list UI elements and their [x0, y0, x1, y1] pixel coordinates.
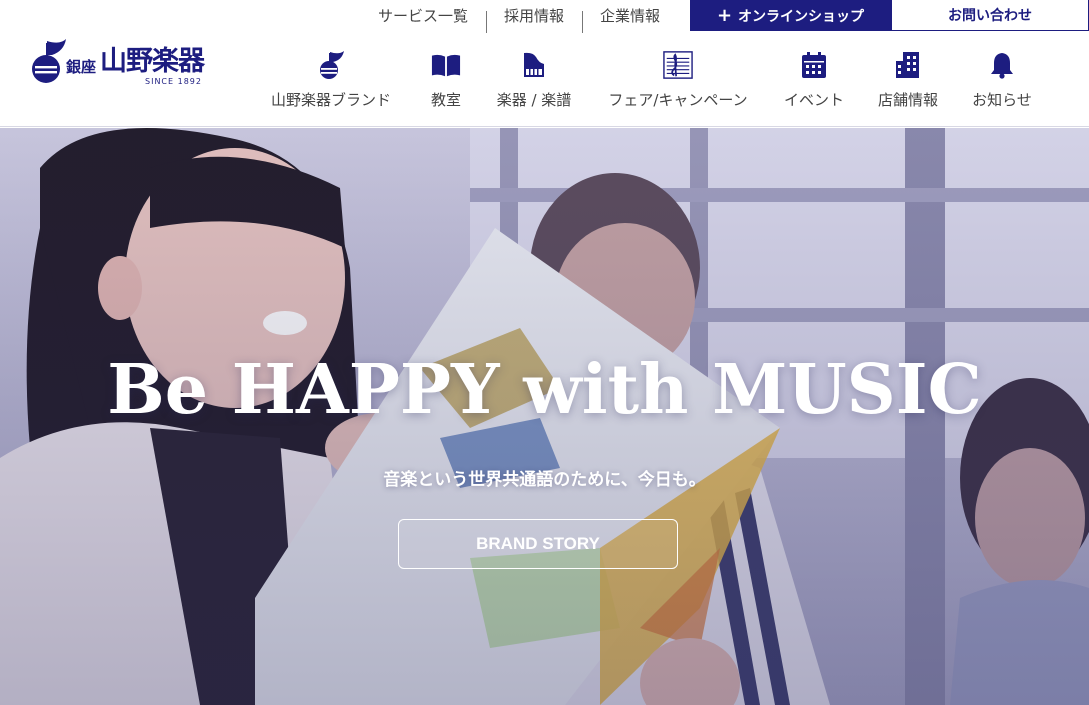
site-logo[interactable]: 銀座 山野楽器 SINCE 1892 [30, 37, 245, 87]
nav-item-news[interactable]: お知らせ [967, 50, 1037, 110]
hero-subtitle: 音楽という世界共通語のために、今日も。 [383, 470, 706, 490]
nav-item-instruments[interactable]: 楽器 / 楽譜 [491, 50, 577, 110]
bell-icon [987, 50, 1017, 80]
nav-label-brand: 山野楽器ブランド [270, 91, 391, 109]
site-header: サービス一覧 採用情報 企業情報 + オンラインショップ お問い合わせ 銀座 山… [0, 0, 1089, 127]
nav-item-brand[interactable]: 山野楽器ブランド [267, 50, 395, 110]
logo-name-text: 山野楽器 [100, 46, 205, 77]
utility-links: サービス一覧 採用情報 企業情報 [360, 0, 690, 33]
nav-item-school[interactable]: 教室 [421, 50, 471, 110]
logo-since-text: SINCE 1892 [145, 77, 202, 86]
book-icon [431, 50, 461, 80]
nav-item-stores[interactable]: 店舗情報 [873, 50, 943, 110]
nav-label-stores: 店舗情報 [877, 91, 938, 109]
utility-link-services[interactable]: サービス一覧 [360, 5, 486, 26]
hero-section: Be HAPPY with MUSIC 音楽という世界共通語のために、今日も。 … [0, 128, 1089, 705]
nav-label-event: イベント [783, 91, 844, 109]
calendar-icon [799, 50, 829, 80]
nav-label-fair: フェア/キャンペーン [608, 91, 748, 109]
hero-title: Be HAPPY with MUSIC [107, 350, 982, 430]
nav-item-fair[interactable]: フェア/キャンペーン [602, 50, 754, 110]
score-icon [663, 50, 693, 80]
online-shop-button[interactable]: + オンラインショップ [690, 0, 891, 31]
utility-link-company[interactable]: 企業情報 [581, 5, 678, 33]
piano-icon [519, 50, 549, 80]
main-nav: 山野楽器ブランド 教室 楽器 / 楽譜 フェア/キャンペーン イベント 店舗情報… [253, 50, 1053, 112]
online-shop-label: オンラインショップ [738, 8, 865, 25]
contact-label: お問い合わせ [948, 8, 1032, 24]
utility-link-recruit[interactable]: 採用情報 [485, 5, 582, 33]
brand-story-button[interactable]: BRAND STORY [398, 519, 678, 569]
building-icon [893, 50, 923, 80]
logo-note-icon [32, 39, 66, 83]
nav-label-school: 教室 [430, 91, 461, 109]
plus-icon: + [716, 5, 733, 26]
brand-note-icon [316, 50, 346, 80]
logo-ginza-text: 銀座 [66, 58, 97, 76]
contact-button[interactable]: お問い合わせ [891, 0, 1089, 31]
nav-label-instruments: 楽器 / 楽譜 [496, 91, 572, 109]
nav-item-event[interactable]: イベント [779, 50, 849, 110]
utility-nav: サービス一覧 採用情報 企業情報 + オンラインショップ お問い合わせ [360, 0, 1089, 33]
nav-label-news: お知らせ [972, 91, 1032, 109]
